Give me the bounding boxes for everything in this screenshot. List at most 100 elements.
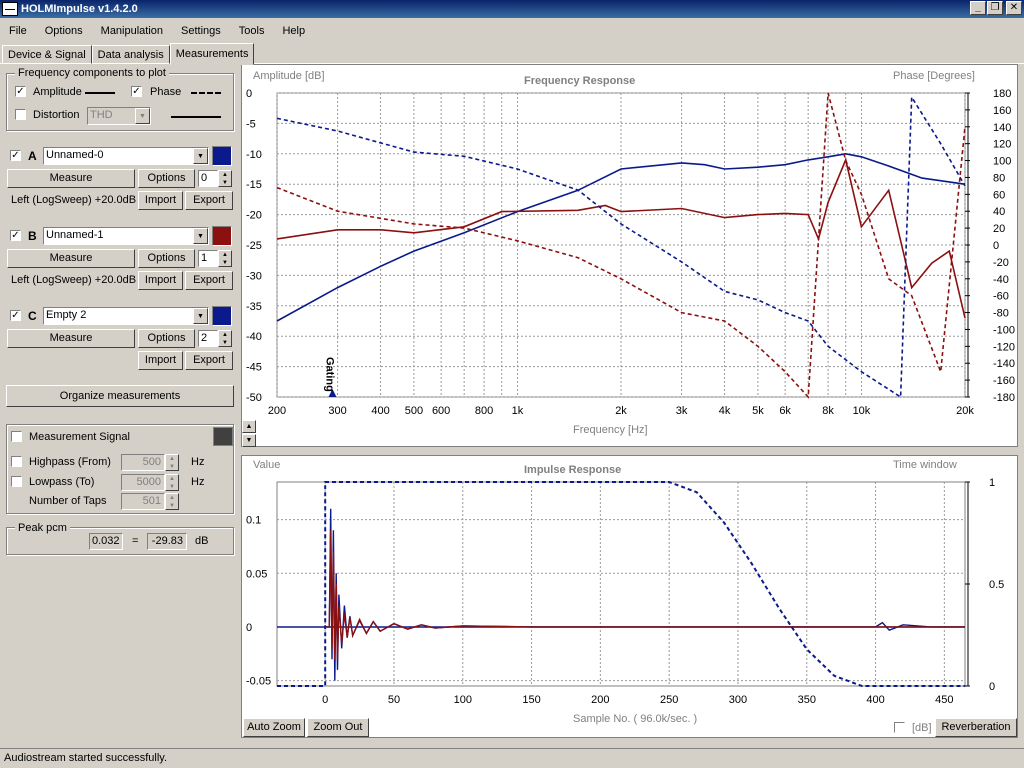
amplitude-checkbox[interactable]: ✓	[15, 86, 26, 97]
phase-label: Phase	[150, 86, 182, 98]
tab-measurements[interactable]: Measurements	[169, 43, 255, 65]
measurement-a-import-button[interactable]: Import	[138, 191, 183, 210]
menu-settings[interactable]: Settings	[172, 25, 230, 37]
measurement-b-options-button[interactable]: Options	[138, 249, 195, 268]
menu-help[interactable]: Help	[273, 25, 314, 37]
freq-xtick-label: 5k	[752, 405, 764, 417]
lowpass-unit: Hz	[191, 476, 205, 488]
highpass-input[interactable]: 500	[121, 454, 165, 471]
lowpass-checkbox[interactable]	[11, 476, 22, 487]
measurement-a-color-swatch[interactable]	[212, 146, 232, 166]
taps-label: Number of Taps	[29, 495, 107, 507]
imp-xtick-label: 250	[660, 694, 678, 706]
reverberation-button[interactable]: Reverberation	[935, 718, 1017, 737]
phase-line-sample	[191, 92, 221, 94]
measurement-c-name-select[interactable]: Empty 2 ▼	[43, 307, 209, 325]
tab-data-analysis[interactable]: Data analysis	[91, 45, 170, 64]
amplitude-label: Amplitude	[33, 86, 82, 98]
scroll-up-button[interactable]: ▲	[242, 420, 256, 433]
imp-xtick-label: 450	[935, 694, 953, 706]
distortion-checkbox[interactable]	[15, 109, 26, 120]
measurement-b-name-select[interactable]: Unnamed-1 ▼	[43, 227, 209, 245]
tab-device-signal[interactable]: Device & Signal	[2, 45, 92, 64]
taps-spinner[interactable]: ▲ ▼	[165, 493, 179, 510]
freq-xtick-label: 4k	[719, 405, 731, 417]
chevron-down-icon: ▼	[193, 148, 208, 164]
distortion-select[interactable]: THD ▼	[87, 107, 151, 125]
signal-color-swatch[interactable]	[213, 427, 233, 446]
freq-y2tick-label: -140	[993, 358, 1015, 370]
freq-y2tick-label: -20	[993, 257, 1009, 269]
auto-zoom-button[interactable]: Auto Zoom	[243, 718, 305, 737]
freq-xtick-label: 20k	[956, 405, 974, 417]
measurement-c-index[interactable]: 2	[198, 330, 218, 347]
peak-pcm-value: 0.032	[89, 533, 123, 550]
measurement-a-measure-button[interactable]: Measure	[7, 169, 135, 188]
frequency-response-panel[interactable]: Amplitude [dB] Frequency Response Phase …	[241, 64, 1018, 447]
measurement-b-index-spinner[interactable]: ▲ ▼	[218, 250, 232, 267]
db-checkbox[interactable]	[894, 722, 905, 733]
menu-tools[interactable]: Tools	[230, 25, 274, 37]
impulse-response-panel[interactable]: Value Impulse Response Time window Sampl…	[241, 455, 1018, 738]
freq-y2tick-label: 120	[993, 139, 1011, 151]
measurement-c-options-button[interactable]: Options	[138, 329, 195, 348]
menu-manipulation[interactable]: Manipulation	[92, 25, 172, 37]
imp-ytick-label: 0	[246, 622, 252, 634]
freq-xtick-label: 500	[405, 405, 423, 417]
freq-ytick-label: -30	[246, 270, 262, 282]
organize-measurements-button[interactable]: Organize measurements	[6, 385, 234, 407]
impulse-response-chart: 0 50 100 150 200 250 300 350 400 450 0.1 0.05 0 -0.05…	[246, 477, 1004, 706]
close-button[interactable]: ✕	[1006, 1, 1022, 15]
imp-series-line-1	[325, 530, 965, 660]
measurement-c-color-swatch[interactable]	[212, 306, 232, 326]
measurement-signal-checkbox[interactable]	[11, 431, 22, 442]
lowpass-input[interactable]: 5000	[121, 474, 165, 491]
freq-y2tick-label: -60	[993, 291, 1009, 303]
freq-ytick-label: -50	[246, 392, 262, 404]
window-title: HOLMImpulse v1.4.2.0	[21, 3, 138, 15]
scroll-down-button[interactable]: ▼	[242, 434, 256, 447]
measurement-b-name: Unnamed-1	[46, 229, 104, 241]
maximize-button[interactable]: ❐	[987, 1, 1003, 15]
freq-ytick-label: -25	[246, 240, 262, 252]
freq-xtick-label: 400	[371, 405, 389, 417]
measurement-a-checkbox[interactable]: ✓	[10, 150, 21, 161]
measurement-a-index[interactable]: 0	[198, 170, 218, 187]
measurement-b-checkbox[interactable]: ✓	[10, 230, 21, 241]
measurement-c-export-button[interactable]: Export	[185, 351, 233, 370]
measurement-b-import-button[interactable]: Import	[138, 271, 183, 290]
measurement-a-options-button[interactable]: Options	[138, 169, 195, 188]
minimize-button[interactable]: _	[970, 1, 986, 15]
measurement-a-name-select[interactable]: Unnamed-0 ▼	[43, 147, 209, 165]
imp-series-line-2	[277, 481, 965, 687]
imp-y2tick-label: 0.5	[989, 579, 1004, 591]
measurement-c-index-spinner[interactable]: ▲ ▼	[218, 330, 232, 347]
freq-y2tick-label: 60	[993, 189, 1005, 201]
measurement-c-measure-button[interactable]: Measure	[7, 329, 135, 348]
peak-legend: Peak pcm	[15, 522, 70, 534]
app-icon	[2, 2, 18, 16]
zoom-out-button[interactable]: Zoom Out	[307, 718, 369, 737]
taps-input[interactable]: 501	[121, 493, 165, 510]
measurement-c-checkbox[interactable]: ✓	[10, 310, 21, 321]
measurement-b-color-swatch[interactable]	[212, 226, 232, 246]
lowpass-spinner[interactable]: ▲ ▼	[165, 474, 179, 491]
peak-equals: =	[132, 535, 139, 547]
imp-xtick-label: 150	[522, 694, 540, 706]
measurement-c-import-button[interactable]: Import	[138, 351, 183, 370]
measurement-b-export-button[interactable]: Export	[185, 271, 233, 290]
title-bar: HOLMImpulse v1.4.2.0 _ ❐ ✕	[0, 0, 1024, 18]
measurement-b-index[interactable]: 1	[198, 250, 218, 267]
freq-ytick-label: -5	[246, 118, 256, 130]
measurement-a-index-spinner[interactable]: ▲ ▼	[218, 170, 232, 187]
imp-xtick-label: 0	[322, 694, 328, 706]
measurement-a-export-button[interactable]: Export	[185, 191, 233, 210]
measurement-b-measure-button[interactable]: Measure	[7, 249, 135, 268]
highpass-spinner[interactable]: ▲ ▼	[165, 454, 179, 471]
phase-checkbox[interactable]: ✓	[131, 86, 142, 97]
highpass-checkbox[interactable]	[11, 456, 22, 467]
menu-options[interactable]: Options	[36, 25, 92, 37]
imp-y2tick-label: 0	[989, 681, 995, 693]
measurement-b-info: Left (LogSweep) +20.0dB	[11, 274, 137, 286]
menu-file[interactable]: File	[0, 25, 36, 37]
